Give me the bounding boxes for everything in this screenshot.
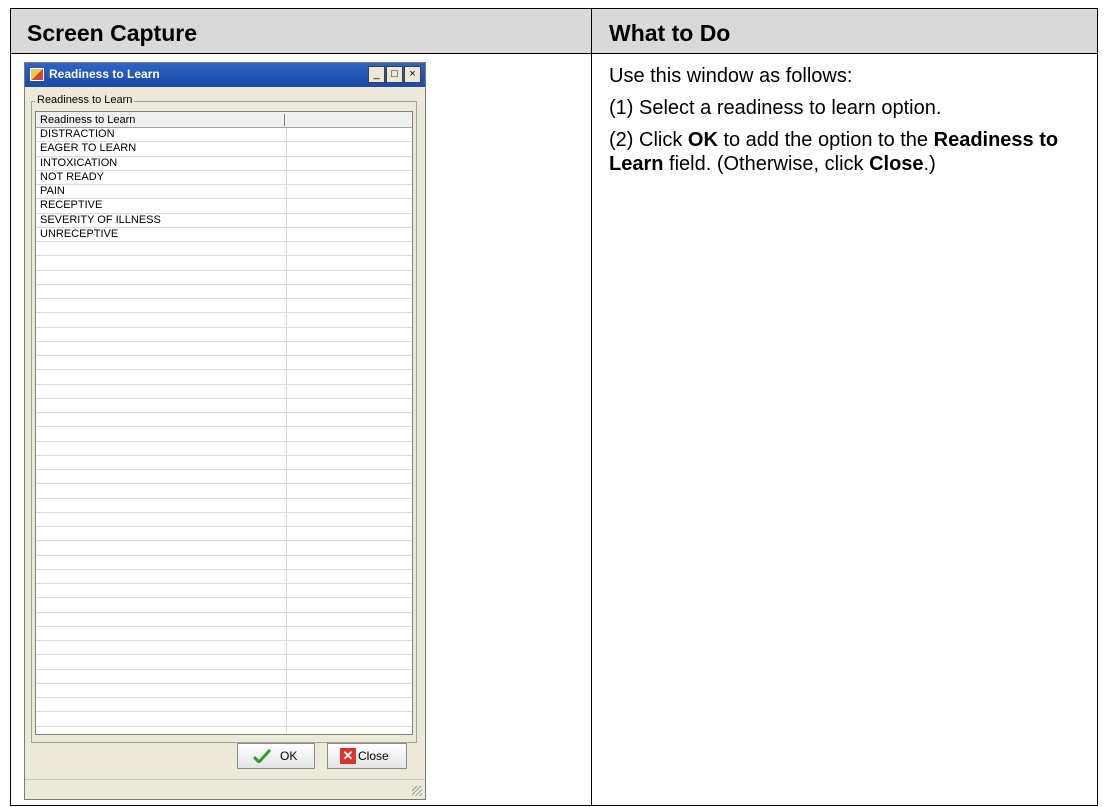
list-item[interactable]: DISTRACTION [36, 128, 412, 143]
list-item[interactable] [36, 613, 412, 627]
list-item[interactable] [36, 285, 412, 299]
list-item[interactable]: EAGER TO LEARN [36, 142, 412, 157]
step2-text: (2) Click [609, 129, 688, 151]
list-item[interactable]: PAIN [36, 185, 412, 200]
list-item[interactable] [36, 670, 412, 684]
step2-text: to add the option to the [717, 129, 934, 151]
resize-grip-icon[interactable] [412, 786, 422, 796]
list-item[interactable] [36, 342, 412, 356]
app-icon [30, 68, 44, 81]
list-item[interactable] [36, 399, 412, 413]
list-item[interactable] [36, 299, 412, 314]
list-item[interactable] [36, 271, 412, 285]
checkmark-icon [252, 749, 272, 763]
readiness-list[interactable]: Readiness to Learn DISTRACTION EAGER TO L… [35, 111, 413, 735]
ok-button[interactable]: OK [237, 743, 315, 769]
list-item[interactable] [36, 385, 412, 399]
list-rows: DISTRACTION EAGER TO LEARN INTOXICATION NOT… [36, 128, 412, 727]
step2-text: .) [923, 153, 936, 175]
step2-close-term: Close [869, 153, 924, 175]
list-item[interactable] [36, 256, 412, 271]
ok-button-label: OK [280, 749, 298, 763]
list-item[interactable]: SEVERITY OF ILLNESS [36, 214, 412, 228]
list-item[interactable] [36, 456, 412, 470]
list-item[interactable] [36, 598, 412, 613]
table-header-row: Screen Capture What to Do [11, 9, 1097, 54]
list-item[interactable] [36, 484, 412, 499]
list-item[interactable] [36, 370, 412, 385]
close-window-button[interactable]: × [404, 66, 421, 83]
red-x-icon: ✕ [340, 748, 356, 764]
instructions-step-2: (2) Click OK to add the option to the Re… [609, 128, 1089, 176]
groupbox-label: Readiness to Learn [35, 94, 135, 106]
instructions-intro: Use this window as follows: [609, 65, 853, 87]
step2-text: field. (Otherwise, click [663, 153, 870, 175]
maximize-button[interactable]: □ [386, 66, 403, 83]
list-item[interactable] [36, 499, 412, 513]
list-item[interactable] [36, 470, 412, 485]
step2-ok-term: OK [687, 129, 718, 151]
dialog-titlebar[interactable]: Readiness to Learn _ □ × [25, 63, 425, 87]
dialog-title: Readiness to Learn [49, 67, 160, 81]
list-item[interactable] [36, 570, 412, 584]
column-header-label: Readiness to Learn [40, 114, 136, 126]
list-item[interactable] [36, 356, 412, 371]
list-item[interactable]: NOT READY [36, 171, 412, 185]
status-bar [25, 779, 425, 799]
minimize-button[interactable]: _ [368, 66, 385, 83]
window-controls: _ □ × [368, 66, 421, 83]
list-item[interactable] [36, 712, 412, 727]
list-item[interactable] [36, 698, 412, 713]
list-item[interactable]: RECEPTIVE [36, 199, 412, 214]
list-item[interactable]: UNRECEPTIVE [36, 228, 412, 242]
list-item[interactable] [36, 627, 412, 641]
column-divider [591, 9, 592, 805]
list-item[interactable] [36, 541, 412, 556]
list-item[interactable] [36, 242, 412, 257]
readiness-dialog: Readiness to Learn _ □ × Readiness to Le… [24, 62, 426, 800]
list-item[interactable] [36, 584, 412, 599]
instructions-step-1: (1) Select a readiness to learn option. [609, 97, 942, 119]
list-item[interactable] [36, 641, 412, 656]
list-column-header[interactable]: Readiness to Learn [36, 112, 412, 128]
list-item[interactable] [36, 513, 412, 527]
list-item[interactable] [36, 655, 412, 670]
list-item[interactable] [36, 556, 412, 570]
list-item[interactable] [36, 442, 412, 456]
list-item[interactable]: INTOXICATION [36, 157, 412, 171]
list-item[interactable] [36, 427, 412, 442]
list-item[interactable] [36, 328, 412, 342]
list-item[interactable] [36, 313, 412, 328]
list-item[interactable] [36, 413, 412, 428]
column-separator[interactable] [284, 114, 285, 126]
screen-capture-header: Screen Capture [27, 20, 198, 46]
list-item[interactable] [36, 684, 412, 698]
close-button[interactable]: ✕ Close [327, 743, 407, 769]
what-to-do-header: What to Do [609, 20, 731, 46]
instructions-cell: Use this window as follows: (1) Select a… [609, 64, 1089, 184]
list-item[interactable] [36, 527, 412, 542]
close-button-label: Close [358, 749, 389, 763]
